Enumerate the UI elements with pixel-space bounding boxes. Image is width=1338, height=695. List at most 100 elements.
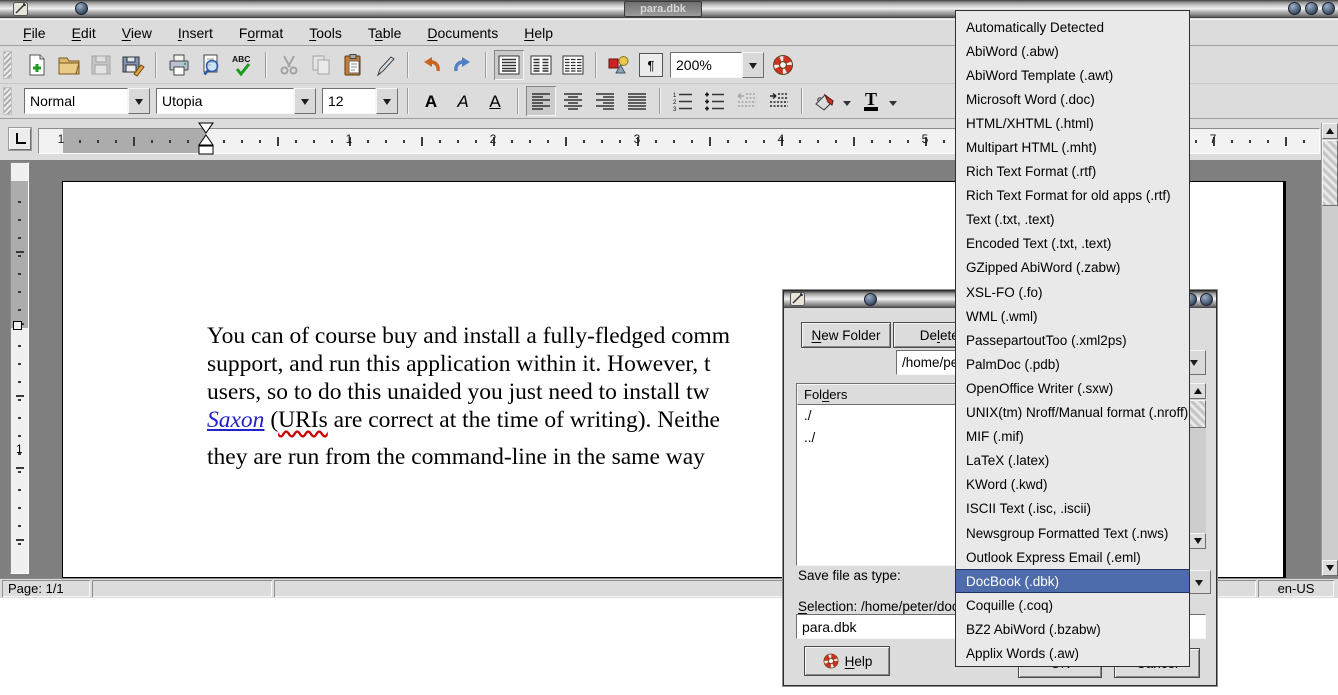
spellcheck-button[interactable]: ABC — [228, 50, 258, 80]
save-as-button[interactable] — [118, 50, 148, 80]
file-type-option[interactable]: HTML/XHTML (.html) — [956, 111, 1189, 135]
menu-item[interactable]: File — [10, 22, 59, 44]
font-dropdown-button[interactable] — [294, 88, 316, 114]
toolbar-grippy[interactable] — [3, 87, 12, 115]
scroll-down-button[interactable] — [1322, 560, 1338, 576]
insert-pen-button[interactable] — [370, 50, 400, 80]
insert-symbol-button[interactable] — [604, 50, 634, 80]
vertical-ruler-marker[interactable] — [13, 321, 22, 330]
files-scrollbar-thumb[interactable] — [1189, 400, 1206, 428]
indent-markers[interactable] — [197, 121, 215, 158]
open-button[interactable] — [54, 50, 84, 80]
menu-item[interactable]: View — [109, 22, 165, 44]
menu-item[interactable]: Insert — [165, 22, 226, 44]
file-type-option[interactable]: OpenOffice Writer (.sxw) — [956, 376, 1189, 400]
increase-indent-button[interactable] — [764, 86, 794, 116]
vertical-ruler[interactable]: 1 — [10, 162, 29, 574]
maximize-button[interactable] — [1305, 2, 1318, 15]
file-type-option[interactable]: Newsgroup Formatted Text (.nws) — [956, 521, 1189, 545]
style-dropdown-button[interactable] — [128, 88, 150, 114]
file-type-option[interactable]: WML (.wml) — [956, 304, 1189, 328]
files-scroll-up-button[interactable] — [1189, 383, 1206, 399]
menu-item[interactable]: Tools — [296, 22, 355, 44]
font-input[interactable] — [156, 88, 294, 114]
redo-button[interactable] — [448, 50, 478, 80]
numbered-list-button[interactable]: 123 — [668, 86, 698, 116]
copy-button[interactable] — [306, 50, 336, 80]
save-button[interactable] — [86, 50, 116, 80]
files-list-scrollbar[interactable] — [1189, 383, 1206, 549]
menu-item[interactable]: Documents — [414, 22, 511, 44]
file-type-option[interactable]: Rich Text Format (.rtf) — [956, 160, 1189, 184]
scrollbar-thumb[interactable] — [1322, 140, 1338, 206]
print-button[interactable] — [164, 50, 194, 80]
file-type-option[interactable]: Encoded Text (.txt, .text) — [956, 232, 1189, 256]
file-type-option[interactable]: Outlook Express Email (.eml) — [956, 545, 1189, 569]
folder-item[interactable]: ../ — [797, 427, 963, 449]
file-type-option[interactable]: AbiWord (.abw) — [956, 39, 1189, 63]
file-type-option[interactable]: AbiWord Template (.awt) — [956, 63, 1189, 87]
file-type-dropdown-button[interactable] — [1187, 570, 1211, 594]
file-type-option[interactable]: BZ2 AbiWord (.bzabw) — [956, 617, 1189, 641]
file-type-option[interactable]: Multipart HTML (.mht) — [956, 135, 1189, 159]
align-right-button[interactable] — [590, 86, 620, 116]
bullet-list-button[interactable] — [700, 86, 730, 116]
undo-button[interactable] — [416, 50, 446, 80]
zoom-input[interactable] — [670, 52, 742, 78]
saxon-hyperlink[interactable]: Saxon — [207, 407, 264, 433]
view-one-column-button[interactable] — [494, 50, 524, 80]
folders-header[interactable]: Folders — [797, 384, 963, 405]
dialog-help-button[interactable]: Help — [804, 646, 890, 676]
new-folder-button[interactable]: New Folder — [801, 322, 891, 348]
view-two-columns-button[interactable] — [526, 50, 556, 80]
file-type-option[interactable]: Microsoft Word (.doc) — [956, 87, 1189, 111]
folder-item[interactable]: ./ — [797, 405, 963, 427]
menu-item[interactable]: Edit — [59, 22, 109, 44]
align-justify-button[interactable] — [622, 86, 652, 116]
menu-item[interactable]: Format — [226, 22, 296, 44]
italic-button[interactable]: A — [448, 86, 478, 116]
font-size-dropdown-button[interactable] — [376, 88, 398, 114]
files-scroll-down-button[interactable] — [1189, 533, 1206, 549]
menu-item[interactable]: Table — [355, 22, 414, 44]
font-color-button[interactable]: T — [856, 86, 886, 116]
file-type-option[interactable]: KWord (.kwd) — [956, 473, 1189, 497]
file-type-option[interactable]: Coquille (.coq) — [956, 593, 1189, 617]
view-three-columns-button[interactable] — [558, 50, 588, 80]
align-center-button[interactable] — [558, 86, 588, 116]
dialog-menu-button[interactable] — [864, 293, 877, 306]
align-left-button[interactable] — [526, 86, 556, 116]
file-type-option[interactable]: Rich Text Format for old apps (.rtf) — [956, 184, 1189, 208]
status-language-segment[interactable]: en-US — [1258, 580, 1334, 597]
file-type-option[interactable]: LaTeX (.latex) — [956, 449, 1189, 473]
highlight-color-button[interactable] — [810, 86, 840, 116]
window-menu-button[interactable] — [75, 2, 88, 15]
file-type-option[interactable]: Automatically Detected — [956, 15, 1189, 39]
font-color-dropdown-chevron[interactable] — [889, 101, 897, 110]
paste-button[interactable] — [338, 50, 368, 80]
file-type-option[interactable]: Text (.txt, .text) — [956, 208, 1189, 232]
file-type-option[interactable]: GZipped AbiWord (.zabw) — [956, 256, 1189, 280]
file-type-option[interactable]: Applix Words (.aw) — [956, 641, 1189, 665]
close-button[interactable] — [1322, 2, 1335, 15]
menu-item[interactable]: Help — [511, 22, 566, 44]
file-type-option[interactable]: ISCII Text (.isc, .iscii) — [956, 497, 1189, 521]
font-size-input[interactable] — [322, 88, 376, 114]
print-preview-button[interactable] — [196, 50, 226, 80]
minimize-button[interactable] — [1288, 2, 1301, 15]
decrease-indent-button[interactable] — [732, 86, 762, 116]
toolbar-grippy[interactable] — [3, 51, 12, 79]
highlight-color-dropdown-chevron[interactable] — [843, 101, 851, 110]
file-type-option[interactable]: DocBook (.dbk) — [956, 569, 1189, 593]
new-document-button[interactable] — [22, 50, 52, 80]
file-type-option[interactable]: PalmDoc (.pdb) — [956, 352, 1189, 376]
file-type-option[interactable]: MIF (.mif) — [956, 425, 1189, 449]
show-formatting-marks-button[interactable]: ¶ — [636, 50, 666, 80]
vertical-scrollbar[interactable] — [1321, 123, 1338, 576]
zoom-dropdown-button[interactable] — [742, 52, 764, 78]
file-type-option[interactable]: PassepartoutToo (.xml2ps) — [956, 328, 1189, 352]
style-input[interactable] — [24, 88, 128, 114]
bold-button[interactable]: A — [416, 86, 446, 116]
file-type-option[interactable]: XSL-FO (.fo) — [956, 280, 1189, 304]
file-type-option[interactable]: UNIX(tm) Nroff/Manual format (.nroff) — [956, 401, 1189, 425]
